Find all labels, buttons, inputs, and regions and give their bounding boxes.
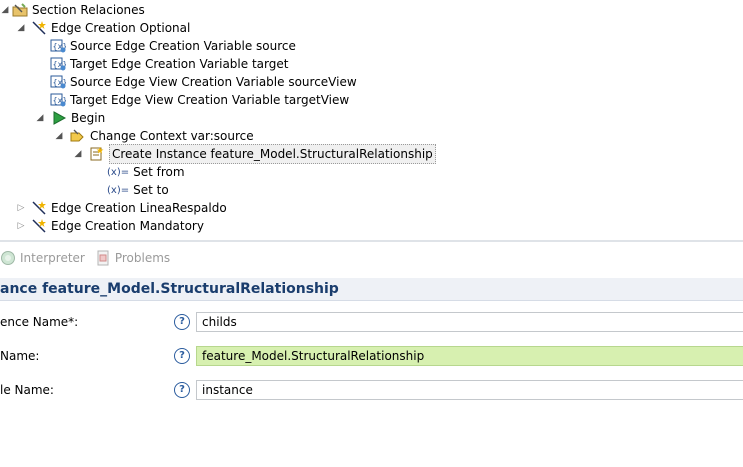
expanded-arrow-icon[interactable]: ◢ (16, 19, 26, 37)
set-value-icon: (x)= (107, 166, 130, 178)
expanded-arrow-icon[interactable]: ◢ (35, 109, 45, 127)
type-name-field[interactable]: feature_Model.StructuralRelationship (196, 346, 743, 366)
reference-name-label: ence Name*: (0, 315, 79, 329)
reference-name-field[interactable]: childs (196, 312, 743, 332)
tree-node-source-variable[interactable]: {x} Source Edge Creation Variable source (50, 37, 296, 55)
variable-name-field[interactable]: instance (196, 380, 743, 400)
tree-node-section[interactable]: ◢ Section Relaciones (0, 1, 145, 19)
tree-label: Edge Creation Optional (51, 21, 191, 35)
tab-problems[interactable]: Problems (95, 250, 170, 266)
edge-creation-icon (31, 20, 47, 36)
tree-node-set-to[interactable]: (x)= Set to (107, 181, 169, 199)
tree-label: Edge Creation LineaRespaldo (51, 201, 227, 215)
tree-node-set-from[interactable]: (x)= Set from (107, 163, 185, 181)
tree-node-source-view-variable[interactable]: {x} Source Edge View Creation Variable s… (50, 73, 357, 91)
tree-label: Target Edge View Creation Variable targe… (70, 93, 350, 107)
tree-label: Begin (71, 111, 106, 125)
tree-label: Edge Creation Mandatory (51, 219, 204, 233)
tree-node-change-context[interactable]: ◢ Change Context var:source (0, 127, 254, 145)
edge-creation-icon (31, 200, 47, 216)
begin-play-icon (51, 110, 67, 126)
variable-icon: {x} (50, 74, 66, 90)
collapsed-arrow-icon[interactable]: ▷ (16, 217, 26, 235)
expanded-arrow-icon[interactable]: ◢ (54, 127, 64, 145)
change-context-icon (70, 128, 86, 144)
properties-title: ance feature_Model.StructuralRelationshi… (0, 278, 743, 301)
interpreter-icon (0, 250, 16, 266)
tree-label: Set to (133, 183, 169, 197)
tree-label: Section Relaciones (32, 3, 145, 17)
type-name-label: Name: (0, 349, 40, 363)
collapsed-arrow-icon[interactable]: ▷ (16, 199, 26, 217)
set-value-icon: (x)= (107, 184, 130, 196)
tab-label: Interpreter (20, 251, 85, 265)
section-folder-icon (12, 2, 28, 18)
expanded-arrow-icon[interactable]: ◢ (73, 145, 83, 163)
variable-icon: {x} (50, 92, 66, 108)
model-tree: ◢ Section Relaciones ◢ Edge Creation Opt… (0, 0, 743, 240)
tree-node-target-variable[interactable]: {x} Target Edge Creation Variable target (50, 55, 288, 73)
view-tab-bar: Interpreter Problems (0, 246, 743, 270)
tree-label: Set from (133, 165, 185, 179)
tab-interpreter[interactable]: Interpreter (0, 250, 85, 266)
variable-icon: {x} (50, 38, 66, 54)
edge-creation-icon (31, 218, 47, 234)
tree-node-edge-optional[interactable]: ◢ Edge Creation Optional (0, 19, 190, 37)
tree-label: Target Edge Creation Variable target (70, 57, 289, 71)
tree-node-edge-linea[interactable]: ▷ Edge Creation LineaRespaldo (0, 199, 227, 217)
tree-node-target-view-variable[interactable]: {x} Target Edge View Creation Variable t… (50, 91, 349, 109)
tree-label: Source Edge View Creation Variable sourc… (70, 75, 357, 89)
tree-label: Change Context var:source (90, 129, 254, 143)
tab-label: Problems (114, 251, 171, 265)
tree-node-edge-mandatory[interactable]: ▷ Edge Creation Mandatory (0, 217, 204, 235)
tree-label: Source Edge Creation Variable source (70, 39, 296, 53)
problems-icon (95, 250, 111, 266)
help-icon[interactable]: ? (174, 348, 190, 364)
tree-label-selected: Create Instance feature_Model.Structural… (109, 144, 436, 164)
help-icon[interactable]: ? (174, 382, 190, 398)
variable-name-label: le Name: (0, 383, 54, 397)
create-instance-icon (89, 146, 105, 162)
tree-node-create-instance[interactable]: ◢ Create Instance feature_Model.Structur… (0, 144, 436, 164)
variable-icon: {x} (50, 56, 66, 72)
tree-node-begin[interactable]: ◢ Begin (0, 109, 106, 127)
expanded-arrow-icon[interactable]: ◢ (0, 1, 10, 19)
help-icon[interactable]: ? (174, 314, 190, 330)
pane-divider[interactable] (0, 240, 743, 242)
